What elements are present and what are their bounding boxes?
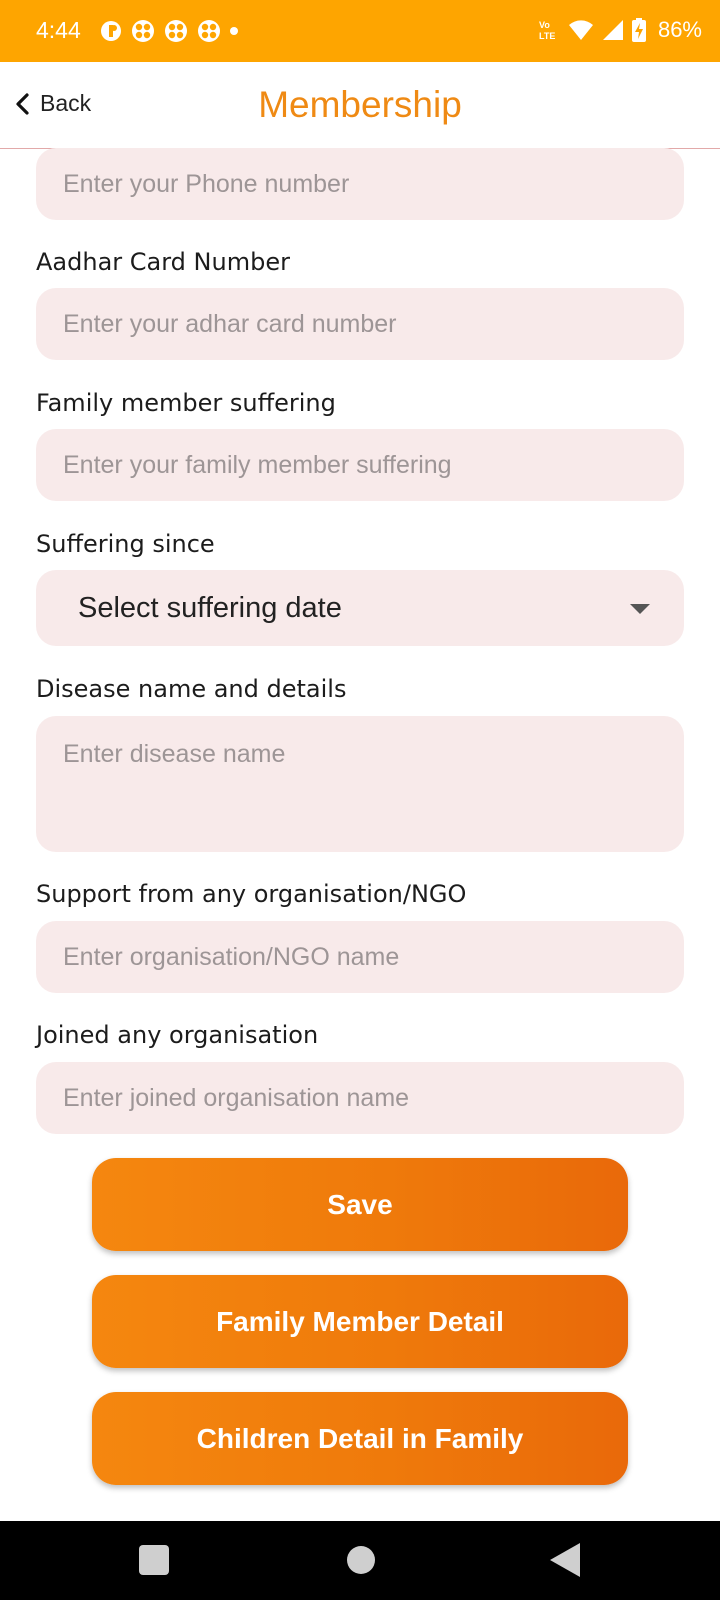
- volte-icon: Vo LTE: [539, 20, 555, 41]
- disease-label: Disease name and details: [36, 675, 347, 703]
- svg-text:LTE: LTE: [539, 31, 555, 41]
- disease-placeholder: Enter disease name: [63, 740, 286, 768]
- signal-icon: [602, 20, 623, 40]
- status-time: 4:44: [36, 17, 81, 43]
- save-button[interactable]: Save: [92, 1158, 628, 1251]
- aadhar-label: Aadhar Card Number: [36, 248, 290, 276]
- recents-button[interactable]: [139, 1545, 169, 1575]
- disease-textarea[interactable]: Enter disease name: [36, 716, 684, 852]
- system-back-button[interactable]: [550, 1543, 580, 1577]
- dot-icon: [230, 27, 238, 35]
- app-bar: Back Membership: [0, 62, 720, 149]
- suffering-date-dropdown[interactable]: Select suffering date: [36, 570, 684, 646]
- battery-percentage: 86%: [657, 17, 702, 42]
- dropdown-arrow-icon: [630, 604, 650, 614]
- notification-icons: [100, 19, 238, 43]
- support-org-label: Support from any organisation/NGO: [36, 880, 467, 908]
- battery-charging-icon: [631, 18, 646, 42]
- family-member-placeholder: Enter your family member suffering: [63, 451, 452, 479]
- phone-input[interactable]: Enter your Phone number: [36, 148, 684, 220]
- page-title: Membership: [258, 84, 462, 125]
- family-member-input[interactable]: Enter your family member suffering: [36, 429, 684, 501]
- svg-text:Vo: Vo: [539, 20, 550, 30]
- suffering-since-label: Suffering since: [36, 530, 215, 558]
- suffering-date-value: Select suffering date: [78, 592, 342, 624]
- wifi-icon: [568, 20, 593, 40]
- phone-placeholder: Enter your Phone number: [63, 170, 350, 198]
- app-notification-icon: [101, 21, 121, 41]
- joined-org-input[interactable]: Enter joined organisation name: [36, 1062, 684, 1134]
- home-button[interactable]: [347, 1546, 375, 1574]
- family-member-detail-button[interactable]: Family Member Detail: [92, 1275, 628, 1368]
- joined-org-placeholder: Enter joined organisation name: [63, 1084, 410, 1112]
- aadhar-placeholder: Enter your adhar card number: [63, 310, 397, 338]
- joined-org-label: Joined any organisation: [36, 1021, 319, 1049]
- aadhar-input[interactable]: Enter your adhar card number: [36, 288, 684, 360]
- support-org-input[interactable]: Enter organisation/NGO name: [36, 921, 684, 993]
- status-bar: 4:44 Vo LTE 86%: [0, 0, 720, 62]
- system-nav-bar: [0, 1521, 720, 1600]
- pinwheel-icon: [165, 20, 187, 42]
- support-org-placeholder: Enter organisation/NGO name: [63, 943, 400, 971]
- system-icons: Vo LTE 86%: [538, 17, 702, 43]
- pinwheel-icon: [198, 20, 220, 42]
- family-member-label: Family member suffering: [36, 389, 336, 417]
- children-detail-button[interactable]: Children Detail in Family: [92, 1392, 628, 1485]
- pinwheel-icon: [132, 20, 154, 42]
